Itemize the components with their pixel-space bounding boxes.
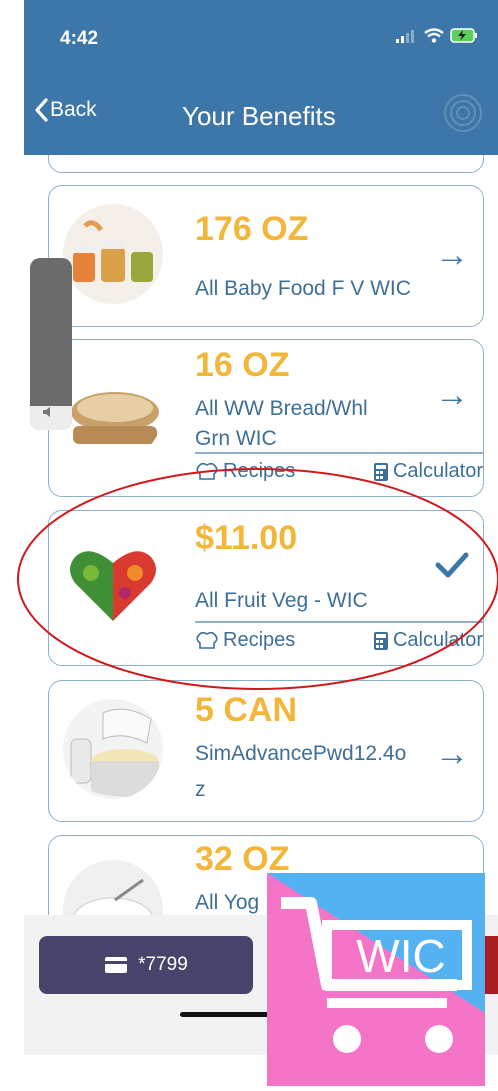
bread-image bbox=[63, 362, 163, 462]
benefit-quantity: 5 CAN bbox=[195, 691, 298, 729]
arrow-right-icon[interactable]: → bbox=[435, 376, 469, 415]
benefit-description: All Yog bbox=[195, 891, 260, 914]
divider bbox=[195, 452, 483, 454]
benefit-quantity: 16 OZ bbox=[195, 346, 290, 384]
wic-logo-text: WIC bbox=[356, 930, 446, 982]
credit-card-icon bbox=[105, 957, 128, 973]
volume-hud bbox=[30, 258, 72, 430]
fruit-veg-heart-image bbox=[63, 533, 163, 633]
divider bbox=[195, 621, 483, 623]
benefit-card-selected[interactable]: $11.00 All Fruit Veg - WIC Recipes Calcu… bbox=[48, 510, 484, 666]
benefit-description-line1: All WW Bread/Whl bbox=[195, 397, 368, 420]
recipes-label: Recipes bbox=[223, 460, 296, 482]
yogurt-image bbox=[63, 860, 163, 915]
calculator-button[interactable]: Calculator bbox=[373, 629, 483, 652]
speaker-icon bbox=[43, 407, 50, 417]
benefit-card[interactable]: 5 CAN SimAdvancePwd12.4o z → bbox=[48, 680, 484, 822]
arrow-right-icon[interactable]: → bbox=[435, 236, 469, 275]
status-icons bbox=[396, 28, 478, 43]
benefit-card[interactable]: 176 OZ All Baby Food F V WIC → bbox=[48, 185, 484, 327]
calculator-icon bbox=[373, 462, 388, 481]
fingerprint-icon[interactable] bbox=[442, 92, 484, 134]
back-button[interactable]: Back bbox=[34, 98, 97, 122]
recipes-button[interactable]: Recipes bbox=[195, 629, 295, 652]
benefit-description-line2: z bbox=[195, 778, 206, 801]
card-tools: Recipes Calculator bbox=[195, 629, 483, 652]
card-tools: Recipes Calculator bbox=[195, 460, 483, 483]
header: 4:42 Back Your Benefits bbox=[24, 0, 498, 155]
page-title: Your Benefits bbox=[182, 101, 336, 131]
chef-hat-icon bbox=[196, 462, 218, 480]
benefit-description-line2: Grn WIC bbox=[195, 427, 277, 450]
benefit-description: All Fruit Veg - WIC bbox=[195, 589, 368, 612]
benefit-card[interactable]: 16 OZ All WW Bread/Whl Grn WIC → Recipes… bbox=[48, 339, 484, 497]
baby-food-image bbox=[63, 204, 163, 304]
checkmark-icon bbox=[435, 552, 469, 578]
recipes-button[interactable]: Recipes bbox=[195, 460, 295, 483]
calculator-label: Calculator bbox=[392, 629, 483, 651]
calculator-label: Calculator bbox=[392, 460, 483, 482]
wic-logo: WIC bbox=[267, 873, 485, 1086]
calculator-button[interactable]: Calculator bbox=[373, 460, 483, 483]
recipes-label: Recipes bbox=[223, 629, 296, 651]
back-label: Back bbox=[50, 98, 97, 121]
card-number: *7799 bbox=[138, 954, 188, 975]
chevron-left-icon bbox=[35, 98, 48, 122]
chef-hat-icon bbox=[196, 631, 218, 649]
payment-card-button[interactable]: *7799 bbox=[39, 936, 253, 994]
signal-icon bbox=[396, 29, 414, 43]
benefit-quantity: $11.00 bbox=[195, 519, 298, 557]
battery-charging-icon bbox=[450, 28, 477, 43]
benefit-card-partial[interactable] bbox=[48, 155, 484, 173]
arrow-right-icon[interactable]: → bbox=[435, 735, 469, 774]
benefit-description: All Baby Food F V WIC bbox=[195, 277, 411, 300]
wifi-icon bbox=[424, 28, 444, 43]
benefits-list[interactable]: 176 OZ All Baby Food F V WIC → 16 OZ All… bbox=[24, 155, 498, 915]
formula-can-image bbox=[63, 699, 163, 799]
benefit-description-line1: SimAdvancePwd12.4o bbox=[195, 742, 407, 765]
status-time: 4:42 bbox=[60, 28, 99, 49]
calculator-icon bbox=[373, 631, 388, 650]
benefit-quantity: 176 OZ bbox=[195, 210, 309, 248]
